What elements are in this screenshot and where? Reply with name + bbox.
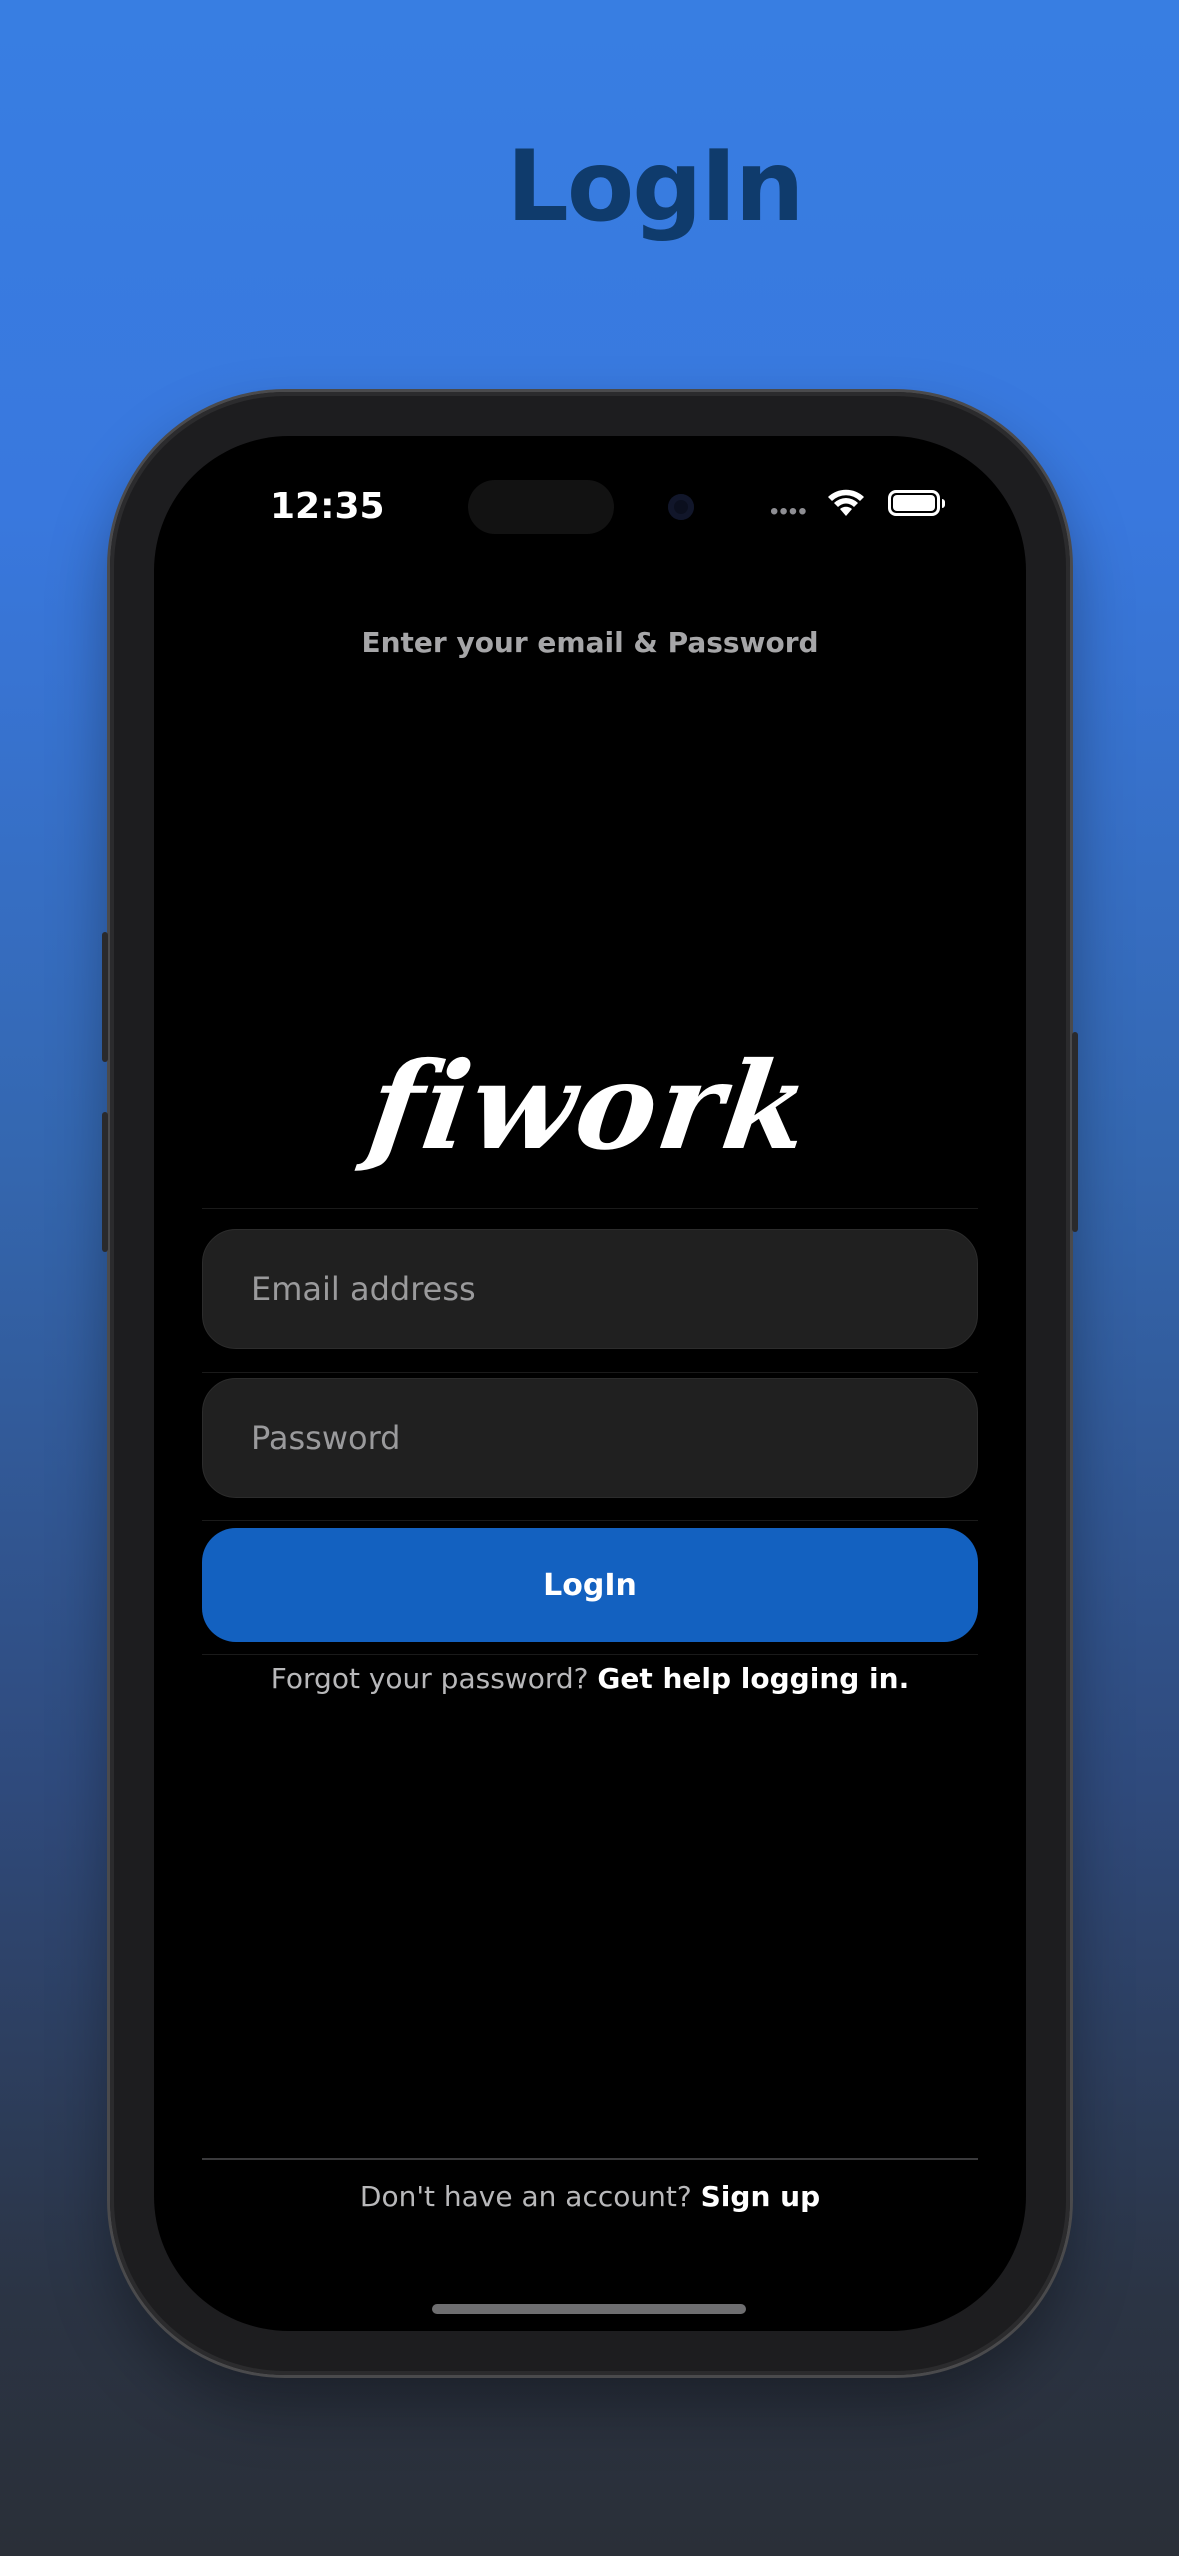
divider: [202, 1208, 978, 1209]
volume-up-button: [102, 932, 108, 1062]
forgot-password-row: Forgot your password? Get help logging i…: [154, 1662, 1026, 1695]
status-bar: 12:35 ••••: [154, 480, 1026, 546]
password-field[interactable]: Password: [202, 1378, 978, 1498]
bottom-divider: [202, 2158, 978, 2160]
camera-icon: [668, 494, 694, 520]
home-indicator[interactable]: [432, 2304, 746, 2314]
signup-row: Don't have an account? Sign up: [154, 2180, 1026, 2213]
signal-dots-icon: ••••: [770, 498, 808, 525]
page-title: LogIn: [506, 130, 804, 244]
divider: [202, 1520, 978, 1521]
get-help-link[interactable]: Get help logging in.: [597, 1662, 909, 1695]
power-button: [1072, 1032, 1078, 1232]
login-subtitle: Enter your email & Password: [361, 626, 819, 659]
login-button[interactable]: LogIn: [202, 1528, 978, 1642]
status-time: 12:35: [270, 486, 385, 527]
battery-icon: [888, 490, 945, 516]
sign-up-link[interactable]: Sign up: [701, 2180, 820, 2213]
divider: [202, 1654, 978, 1655]
no-account-text: Don't have an account?: [359, 2180, 692, 2213]
divider: [202, 1372, 978, 1373]
fiwork-logo: fiwork: [360, 1036, 820, 1177]
phone-frame: 12:35 •••• Enter your email & Password f…: [102, 392, 1078, 2375]
app-screen: 12:35 •••• Enter your email & Password f…: [154, 436, 1026, 2331]
dynamic-island: [468, 480, 614, 534]
forgot-password-text: Forgot your password?: [270, 1662, 589, 1695]
wifi-icon: [828, 489, 864, 516]
volume-down-button: [102, 1112, 108, 1252]
email-field[interactable]: Email address: [202, 1229, 978, 1349]
